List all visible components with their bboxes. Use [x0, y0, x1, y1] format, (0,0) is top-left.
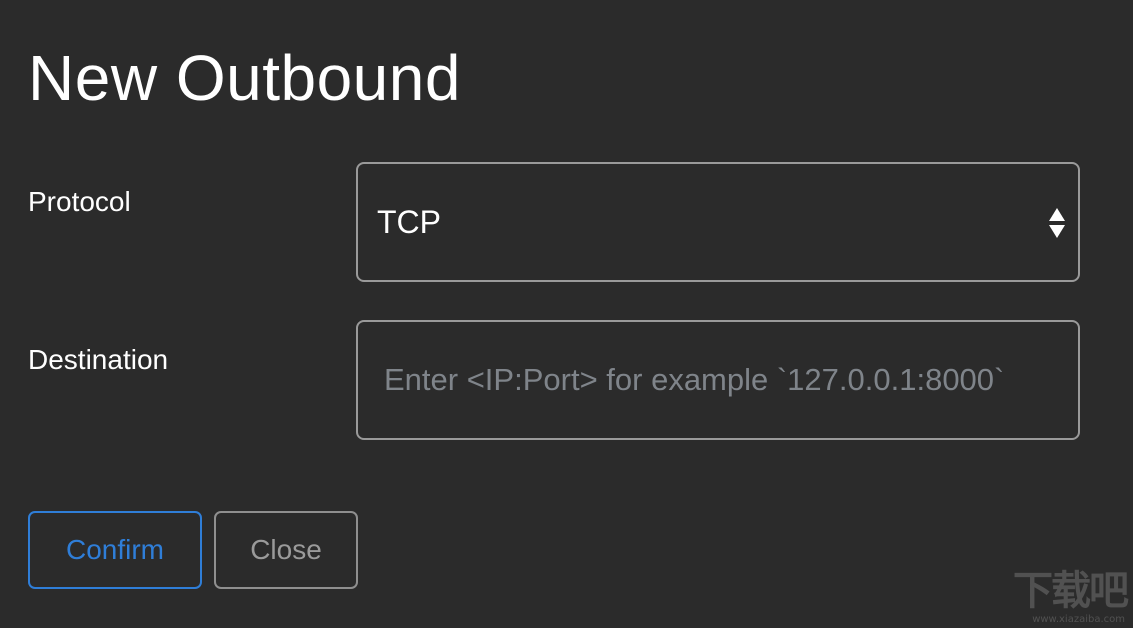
watermark: 下载吧 www.xiazaiba.com: [997, 568, 1129, 626]
destination-label: Destination: [28, 344, 169, 375]
arrow-up-icon: [1049, 208, 1065, 221]
arrow-down-icon: [1049, 225, 1065, 238]
destination-field-container: [356, 320, 1080, 440]
destination-input[interactable]: [358, 322, 1078, 438]
close-button[interactable]: Close: [214, 511, 358, 589]
protocol-select[interactable]: TCP: [356, 162, 1080, 282]
watermark-url: www.xiazaiba.com: [1032, 614, 1125, 625]
confirm-button[interactable]: Confirm: [28, 511, 202, 589]
up-down-chevron-icon: [1048, 207, 1068, 241]
protocol-select-value: TCP: [377, 204, 441, 240]
protocol-label: Protocol: [28, 186, 131, 217]
watermark-logo: 下载吧: [1013, 568, 1129, 614]
dialog-title: New Outbound: [28, 42, 461, 114]
